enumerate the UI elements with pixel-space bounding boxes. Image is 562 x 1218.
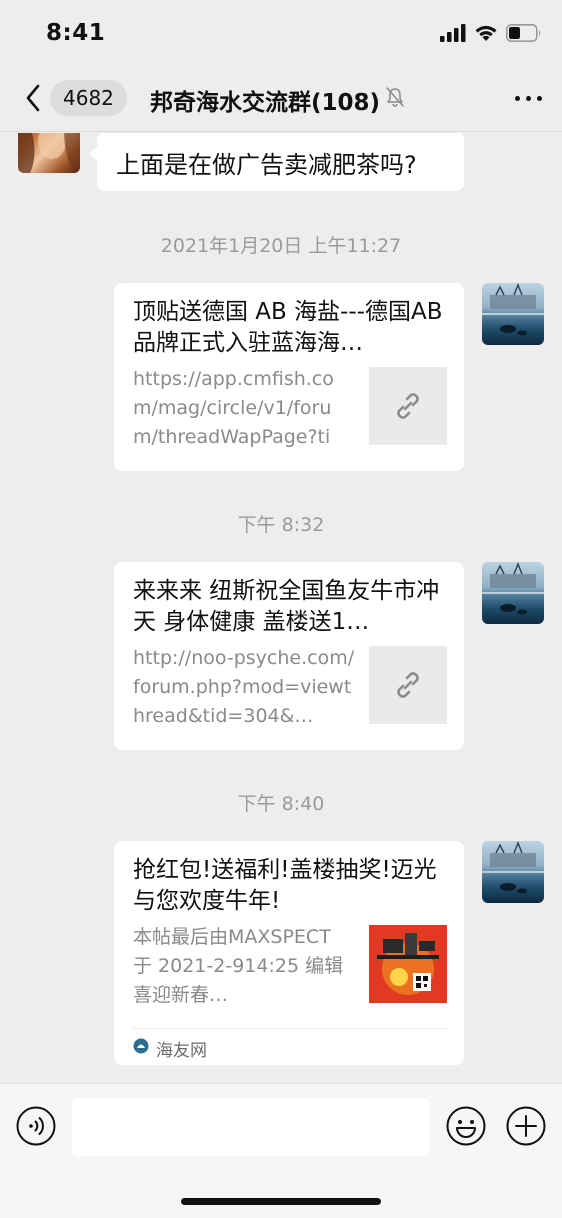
more-functions-button[interactable] xyxy=(506,1106,546,1146)
message-timestamp: 下午 8:40 xyxy=(237,793,325,815)
link-card-title: 顶贴送德国 AB 海盐---德国AB品牌正式入驻蓝海海… xyxy=(133,299,443,356)
battery-icon xyxy=(506,24,541,42)
source-logo-icon xyxy=(133,1038,149,1059)
input-bar xyxy=(0,1083,562,1218)
more-dot xyxy=(537,96,542,101)
my-avatar[interactable] xyxy=(482,562,544,624)
home-indicator[interactable] xyxy=(181,1198,381,1205)
plus-icon xyxy=(506,1106,546,1146)
link-card[interactable]: 来来来 纽斯祝全国鱼友牛市冲天 身体健康 盖楼送1… http://noo-ps… xyxy=(114,562,464,750)
emoji-button[interactable] xyxy=(446,1106,486,1146)
link-card[interactable]: 顶贴送德国 AB 海盐---德国AB品牌正式入驻蓝海海… https://app… xyxy=(114,283,464,471)
back-button[interactable]: 4682 xyxy=(18,78,127,118)
voice-input-button[interactable] xyxy=(16,1106,56,1146)
link-icon xyxy=(397,393,419,419)
group-name: 邦奇海水交流群(108) xyxy=(150,90,381,116)
link-card-thumbnail xyxy=(369,367,447,445)
sender-avatar[interactable] xyxy=(18,133,80,173)
cellular-signal-icon xyxy=(440,24,466,42)
link-card-title: 来来来 纽斯祝全国鱼友牛市冲天 身体健康 盖楼送1… xyxy=(133,578,440,635)
message-list[interactable]: 上面是在做广告卖减肥茶吗? 2021年1月20日 上午11:27 顶贴送德国 A… xyxy=(0,133,562,1083)
message-timestamp: 下午 8:32 xyxy=(237,514,325,536)
link-card-title: 抢红包!送福利!盖楼抽奖!迈光与您欢度牛年! xyxy=(133,857,437,914)
message-input[interactable] xyxy=(72,1098,430,1156)
link-icon xyxy=(397,672,419,698)
my-avatar[interactable] xyxy=(482,283,544,345)
chat-header: 4682 邦奇海水交流群(108) xyxy=(0,66,562,132)
message-text: 上面是在做广告卖减肥茶吗? xyxy=(116,151,417,179)
link-card[interactable]: 抢红包!送福利!盖楼抽奖!迈光与您欢度牛年! 本帖最后由MAXSPECT 于 2… xyxy=(114,841,464,1065)
chevron-left-icon xyxy=(18,78,48,118)
link-card-description: http://noo-psyche.com/forum.php?mod=view… xyxy=(133,647,355,727)
more-options-button[interactable] xyxy=(515,96,542,101)
status-bar: 8:41 xyxy=(0,0,562,66)
voice-icon xyxy=(16,1106,56,1146)
emoji-icon xyxy=(446,1106,486,1146)
wifi-icon xyxy=(475,25,497,41)
more-dot xyxy=(526,96,531,101)
link-card-thumbnail xyxy=(369,646,447,724)
source-name: 海友网 xyxy=(156,1041,207,1061)
status-time: 8:41 xyxy=(46,20,106,46)
message-timestamp: 2021年1月20日 上午11:27 xyxy=(160,235,402,257)
link-card-description: 本帖最后由MAXSPECT 于 2021-2-914:25 编辑喜迎新春… xyxy=(133,926,344,1006)
chat-title: 邦奇海水交流群(108) xyxy=(150,83,406,117)
message-bubble[interactable]: 上面是在做广告卖减肥茶吗? xyxy=(89,133,464,191)
my-avatar[interactable] xyxy=(482,841,544,903)
status-icons xyxy=(440,24,542,42)
unread-count-badge: 4682 xyxy=(50,80,127,116)
promo-image xyxy=(369,925,447,1003)
more-dot xyxy=(515,96,520,101)
link-source: 海友网 xyxy=(133,1028,448,1061)
link-card-description: https://app.cmfish.com/mag/circle/v1/for… xyxy=(133,368,334,448)
muted-bell-icon xyxy=(384,86,406,114)
